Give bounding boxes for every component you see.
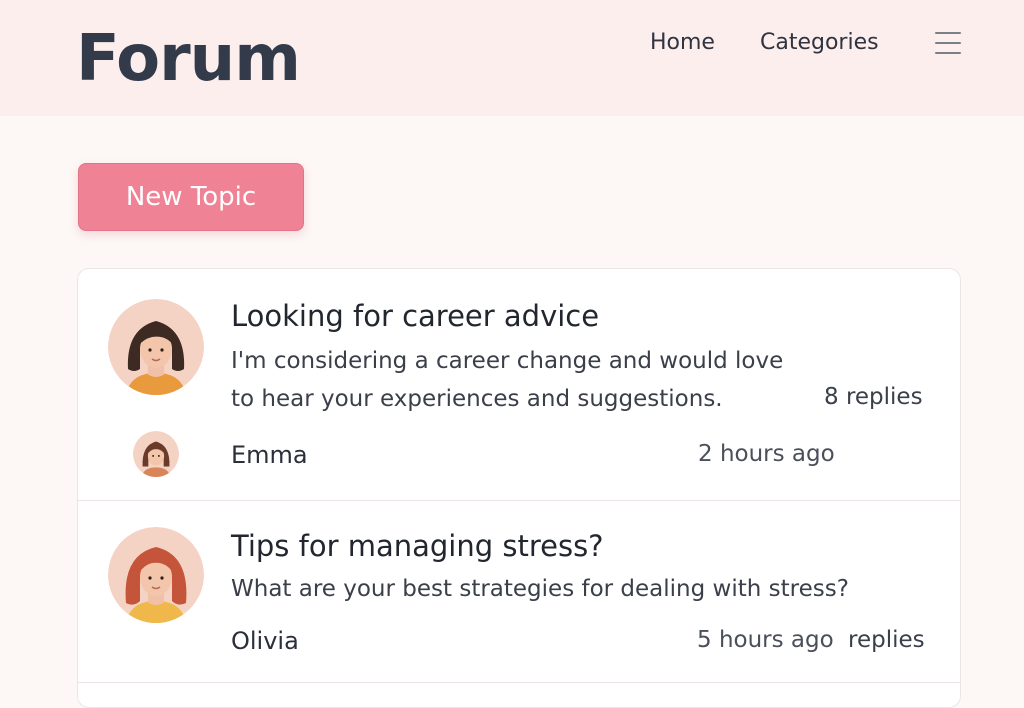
nav-categories-link[interactable]: Categories bbox=[760, 30, 879, 55]
nav-home-link[interactable]: Home bbox=[650, 30, 715, 55]
topic-list: Looking for career advice I'm considerin… bbox=[77, 268, 961, 708]
topic-title[interactable]: Tips for managing stress? bbox=[231, 529, 604, 563]
topic-excerpt-line: to hear your experiences and suggestions… bbox=[231, 386, 723, 412]
author-small-avatar-icon[interactable] bbox=[133, 431, 179, 477]
topic-excerpt-line: I'm considering a career change and woul… bbox=[231, 348, 784, 374]
hamburger-menu-icon[interactable] bbox=[935, 32, 961, 56]
topic-item[interactable]: Tips for managing stress? What are your … bbox=[78, 501, 960, 683]
site-logo[interactable]: Forum bbox=[76, 22, 301, 96]
post-time: 5 hours ago bbox=[697, 627, 834, 653]
reply-count: replies bbox=[848, 627, 925, 653]
author-avatar-icon[interactable] bbox=[108, 299, 204, 395]
reply-count: 8 replies bbox=[824, 384, 923, 410]
topic-excerpt-line: What are your best strategies for dealin… bbox=[231, 576, 849, 602]
topic-item[interactable]: Looking for career advice I'm considerin… bbox=[78, 269, 960, 501]
author-name[interactable]: Emma bbox=[231, 441, 308, 469]
author-name[interactable]: Olivia bbox=[231, 627, 299, 655]
post-time: 2 hours ago bbox=[698, 441, 835, 467]
topic-title[interactable]: Looking for career advice bbox=[231, 299, 599, 333]
top-header: Forum Home Categories bbox=[0, 0, 1024, 116]
author-avatar-icon[interactable] bbox=[108, 527, 204, 623]
new-topic-button[interactable]: New Topic bbox=[78, 163, 304, 231]
